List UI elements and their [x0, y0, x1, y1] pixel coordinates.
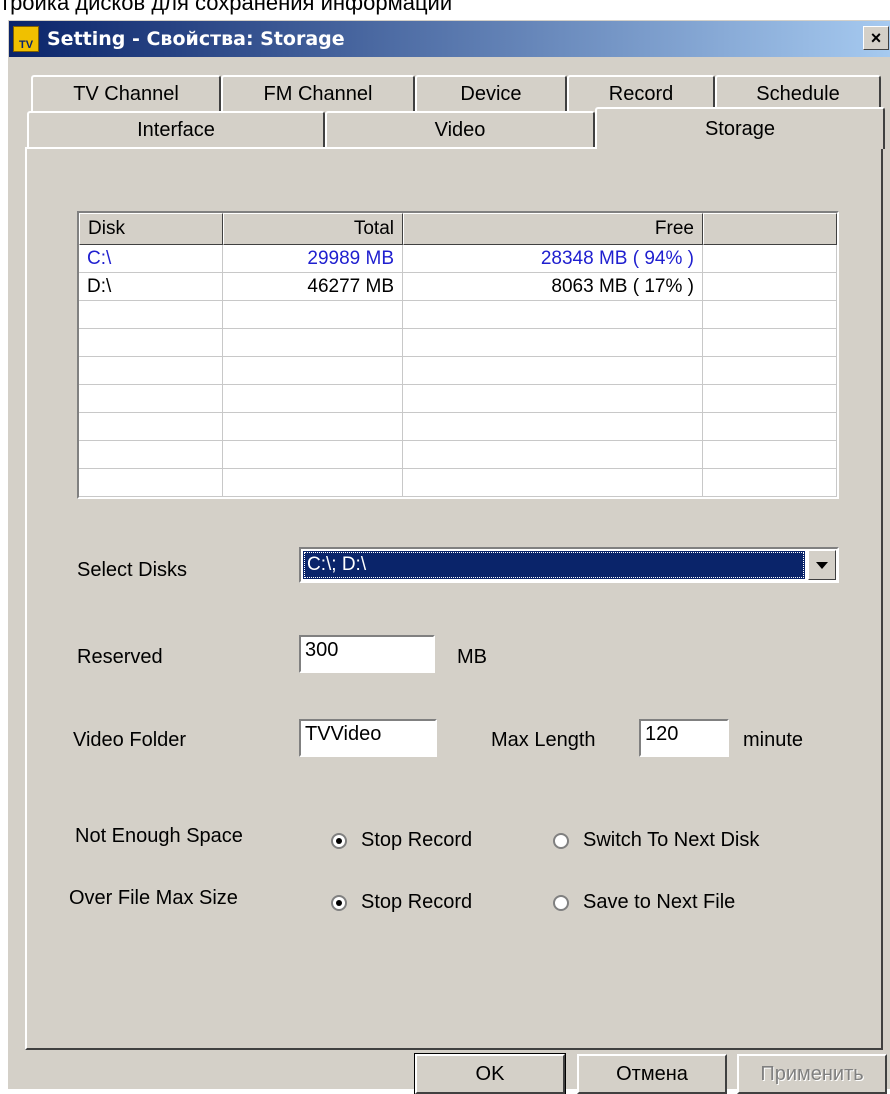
tab-fm-channel[interactable]: FM Channel	[221, 75, 415, 111]
tv-app-icon: TV	[13, 26, 39, 52]
radio-label: Switch To Next Disk	[583, 829, 760, 851]
select-disks-value: C:\; D:\	[303, 551, 805, 579]
settings-dialog: TV Setting - Свойства: Storage × TV Chan…	[8, 20, 890, 1094]
over-file-max-size-label: Over File Max Size	[69, 887, 238, 909]
radio-label: Stop Record	[361, 829, 473, 851]
column-header-free[interactable]: Free	[403, 213, 703, 245]
tab-video[interactable]: Video	[325, 111, 595, 147]
empty-row	[79, 385, 837, 413]
tab-schedule[interactable]: Schedule	[715, 75, 881, 111]
tab-storage[interactable]: Storage	[595, 107, 885, 149]
reserved-input[interactable]: 300	[299, 635, 435, 673]
max-length-unit: minute	[743, 729, 804, 751]
radio-checked-icon	[331, 894, 347, 911]
tab-label: Record	[608, 82, 674, 105]
tab-label: Device	[460, 82, 522, 105]
tab-label: Interface	[137, 118, 215, 141]
ok-button[interactable]: OK	[414, 1053, 566, 1094]
chevron-down-icon	[816, 561, 828, 569]
close-icon: ×	[870, 27, 882, 48]
tab-interface[interactable]: Interface	[27, 111, 325, 147]
reserved-unit: MB	[457, 646, 487, 668]
apply-button[interactable]: Применить	[737, 1054, 887, 1094]
select-disks-combo[interactable]: C:\; D:\	[299, 547, 839, 583]
disk-list[interactable]: Disk Total Free C:\ 29989 MB 28348 MB ( …	[77, 211, 839, 499]
empty-cell	[703, 273, 837, 300]
tab-label: TV Channel	[73, 82, 179, 105]
tab-device[interactable]: Device	[415, 75, 567, 111]
total-cell: 29989 MB	[223, 245, 403, 272]
max-length-label: Max Length	[491, 729, 596, 751]
radio-unchecked-icon	[553, 832, 569, 849]
empty-row	[79, 357, 837, 385]
tab-label: Video	[434, 118, 486, 141]
column-header-disk[interactable]: Disk	[79, 213, 223, 245]
over-file-max-stop-record-radio[interactable]: Stop Record	[331, 891, 472, 914]
disk-list-header: Disk Total Free	[79, 213, 837, 245]
disk-cell: C:\	[79, 245, 223, 272]
tab-label: Schedule	[756, 82, 840, 105]
tab-tv-channel[interactable]: TV Channel	[31, 75, 221, 111]
free-cell: 8063 MB ( 17% )	[403, 273, 703, 300]
column-header-total[interactable]: Total	[223, 213, 403, 245]
radio-unchecked-icon	[553, 894, 569, 911]
video-folder-input[interactable]: TVVideo	[299, 719, 437, 757]
page-caption: тройка дисков для сохранения информации	[0, 0, 453, 15]
empty-row	[79, 301, 837, 329]
disk-cell: D:\	[79, 273, 223, 300]
total-cell: 46277 MB	[223, 273, 403, 300]
window-title: Setting - Свойства: Storage	[47, 28, 345, 50]
empty-cell	[703, 245, 837, 272]
not-enough-space-label: Not Enough Space	[75, 825, 243, 847]
close-button[interactable]: ×	[863, 26, 889, 50]
not-enough-space-stop-record-radio[interactable]: Stop Record	[331, 829, 472, 852]
radio-label: Stop Record	[361, 891, 473, 913]
radio-label: Save to Next File	[583, 891, 736, 913]
radio-checked-icon	[331, 832, 347, 849]
max-length-input[interactable]: 120	[639, 719, 729, 757]
table-row[interactable]: D:\ 46277 MB 8063 MB ( 17% )	[79, 273, 837, 301]
free-cell: 28348 MB ( 94% )	[403, 245, 703, 272]
empty-row	[79, 469, 837, 497]
dropdown-button[interactable]	[808, 550, 836, 580]
column-header-extra[interactable]	[703, 213, 837, 245]
over-file-max-next-file-radio[interactable]: Save to Next File	[553, 891, 735, 914]
title-bar[interactable]: TV Setting - Свойства: Storage ×	[9, 21, 890, 57]
tab-label: FM Channel	[263, 82, 373, 105]
video-folder-label: Video Folder	[73, 729, 187, 751]
table-row[interactable]: C:\ 29989 MB 28348 MB ( 94% )	[79, 245, 837, 273]
empty-row	[79, 413, 837, 441]
empty-row	[79, 329, 837, 357]
select-disks-label: Select Disks	[77, 559, 188, 581]
storage-panel: Disk Total Free C:\ 29989 MB 28348 MB ( …	[25, 147, 883, 1050]
empty-row	[79, 441, 837, 469]
reserved-label: Reserved	[77, 646, 163, 668]
cancel-button[interactable]: Отмена	[577, 1054, 727, 1094]
tab-record[interactable]: Record	[567, 75, 715, 111]
tab-label: Storage	[704, 117, 776, 140]
not-enough-space-next-disk-radio[interactable]: Switch To Next Disk	[553, 829, 759, 852]
